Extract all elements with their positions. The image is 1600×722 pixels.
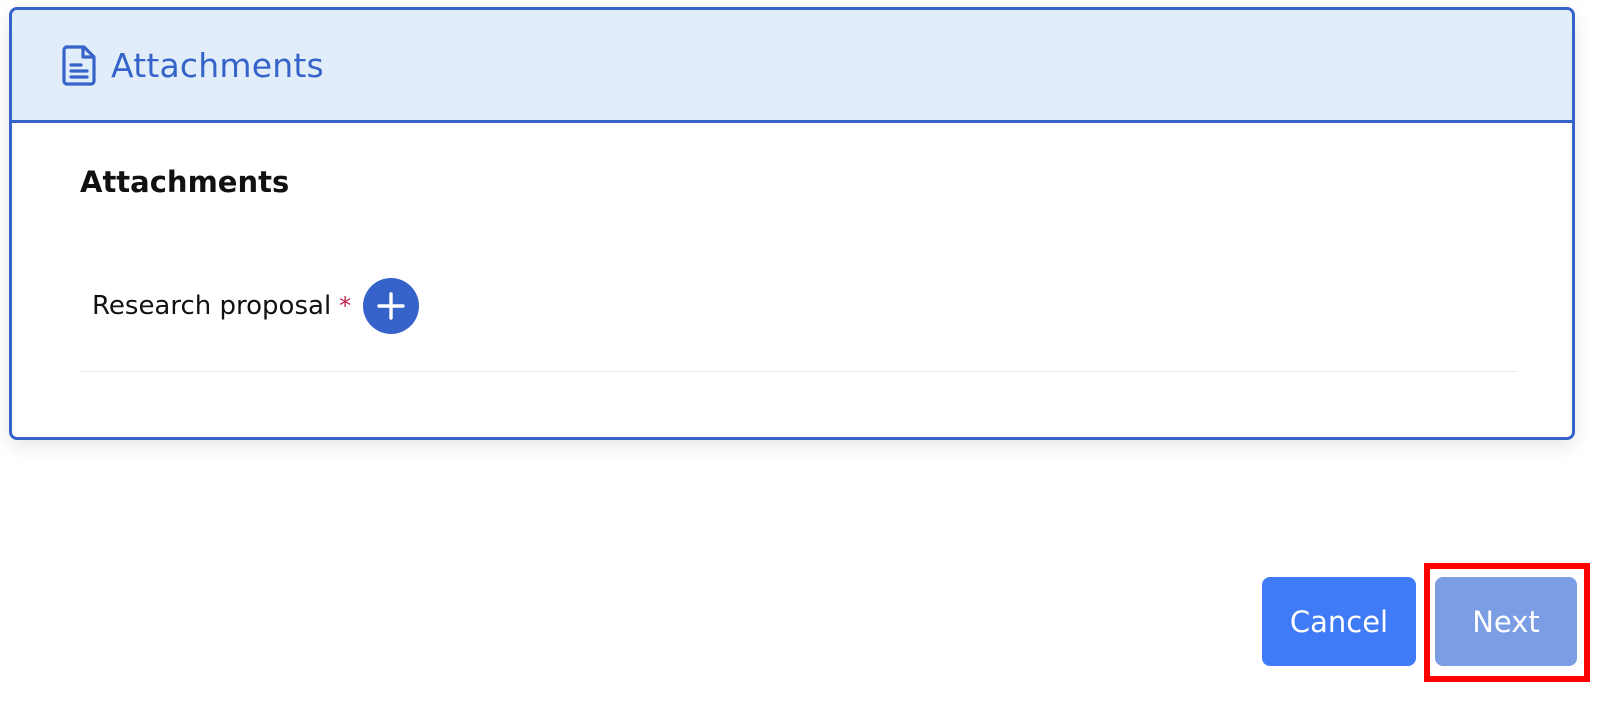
card-header-title: Attachments xyxy=(111,45,324,85)
plus-icon xyxy=(377,292,405,320)
field-divider xyxy=(80,371,1518,372)
field-label: Research proposal xyxy=(92,291,332,321)
required-indicator: * xyxy=(339,292,352,320)
card-header: Attachments xyxy=(12,10,1572,123)
attachments-card: Attachments Attachments Research proposa… xyxy=(9,7,1575,440)
document-icon xyxy=(61,44,97,86)
next-button[interactable]: Next xyxy=(1435,577,1577,666)
section-title: Attachments xyxy=(80,165,290,199)
cancel-button[interactable]: Cancel xyxy=(1262,577,1416,666)
add-attachment-button[interactable] xyxy=(363,278,420,334)
attachment-field-research-proposal: Research proposal * xyxy=(92,276,420,336)
